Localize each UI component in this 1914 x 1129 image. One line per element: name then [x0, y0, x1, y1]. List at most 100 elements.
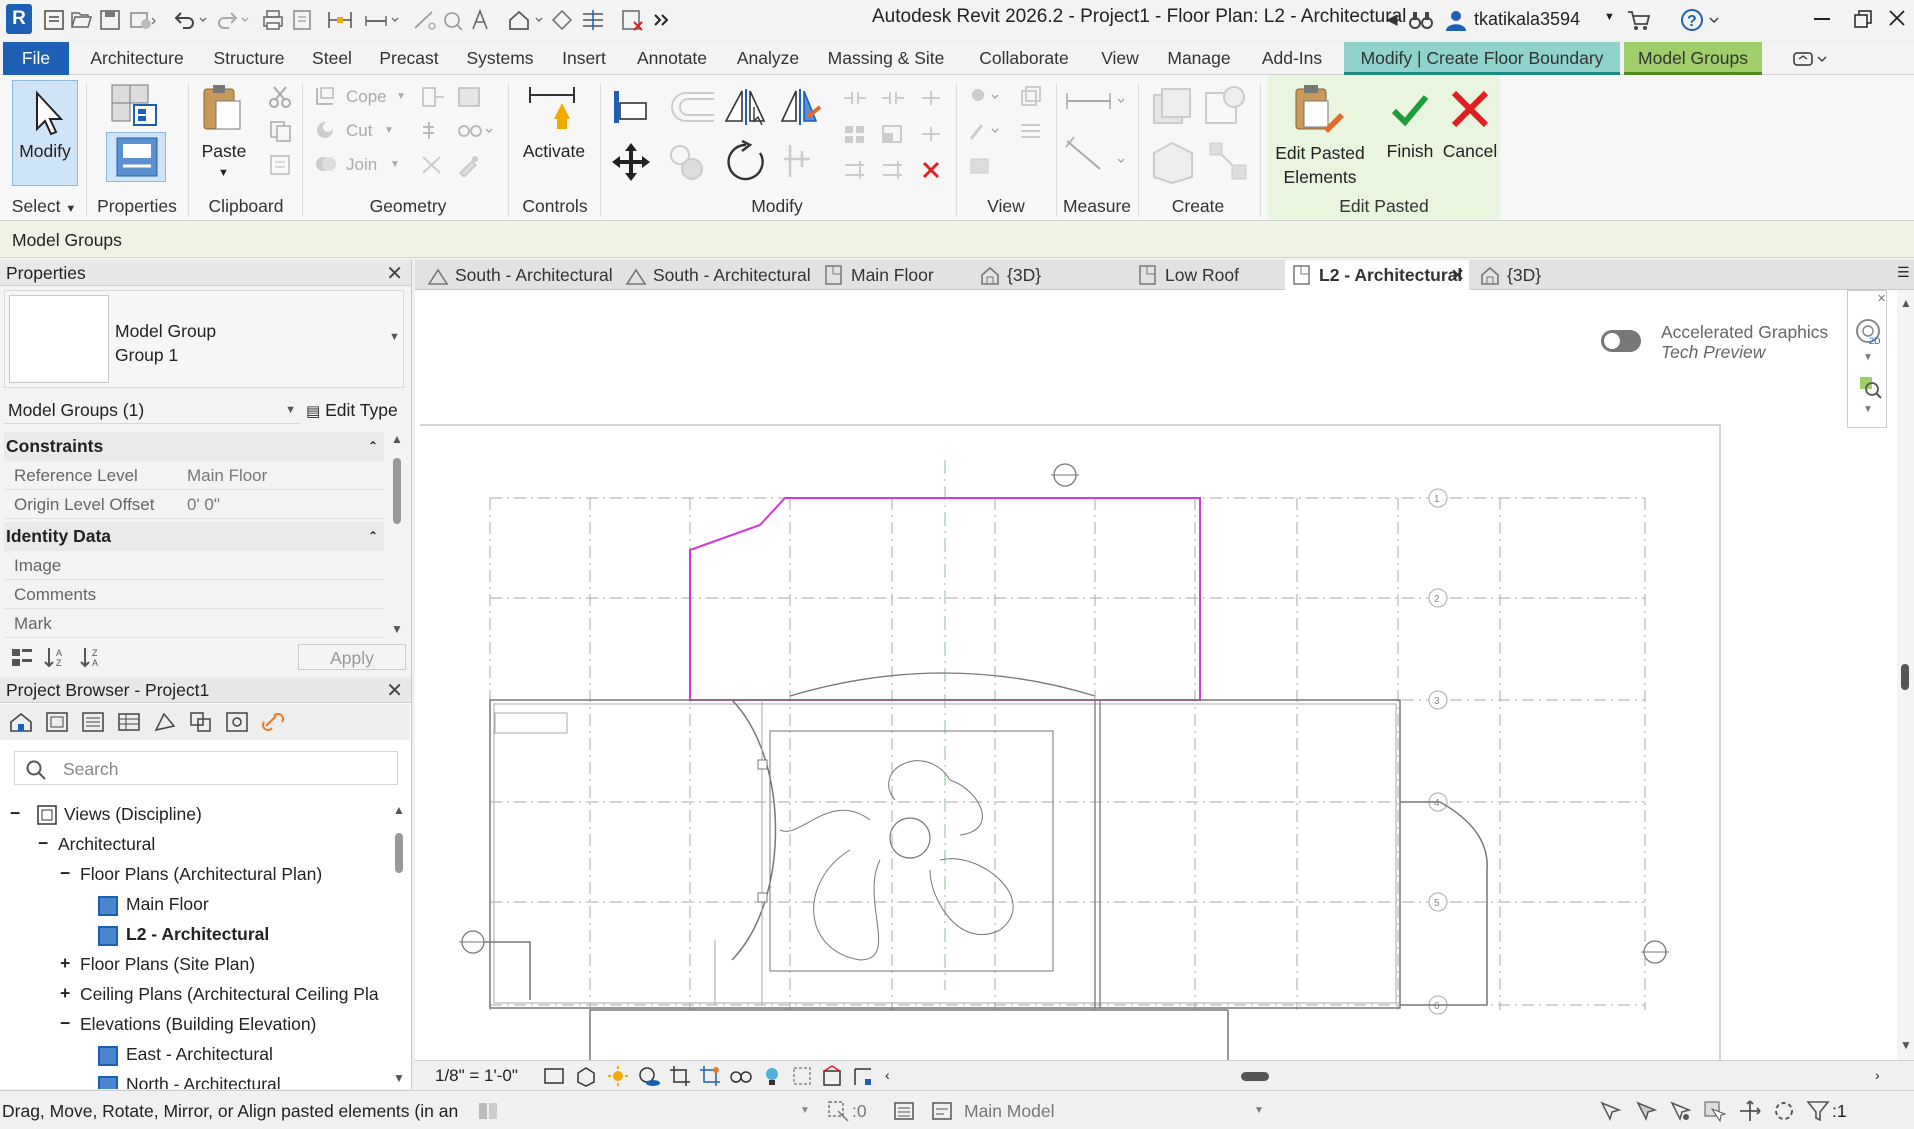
identity-data-category[interactable]: Identity Data ⌃: [4, 522, 384, 551]
expand-icon[interactable]: +: [60, 983, 70, 1004]
scroll-thumb[interactable]: [395, 833, 403, 873]
collapse-icon[interactable]: −: [60, 863, 70, 884]
temp-hide-icon[interactable]: [729, 1065, 753, 1087]
thin-lines-icon[interactable]: [580, 8, 604, 32]
scale-icon[interactable]: [880, 123, 906, 145]
remove-paint-icon[interactable]: [420, 153, 446, 177]
align-icon[interactable]: [610, 89, 650, 125]
sort-ascending-icon[interactable]: AZ: [44, 646, 68, 668]
scroll-down-icon[interactable]: ▼: [393, 1071, 405, 1085]
property-row[interactable]: Mark: [4, 609, 384, 638]
select-by-face-icon[interactable]: [1702, 1099, 1726, 1123]
offset-icon[interactable]: [664, 89, 718, 125]
cope-label[interactable]: Cope: [346, 87, 387, 107]
collapse-chevron-icon[interactable]: ⌃: [368, 522, 378, 551]
move-icon[interactable]: [610, 141, 652, 183]
select-links-icon[interactable]: [1598, 1099, 1622, 1123]
activate-icon[interactable]: [524, 83, 580, 133]
view-filter-icon[interactable]: [1018, 119, 1044, 143]
visual-style-icon[interactable]: [575, 1065, 597, 1087]
revit-logo[interactable]: R: [6, 4, 32, 34]
cope-dropdown-icon[interactable]: ▼: [396, 91, 406, 102]
collapse-icon[interactable]: −: [10, 803, 20, 824]
home-menu-icon[interactable]: [42, 8, 66, 32]
type-selector-chevron-icon[interactable]: ▼: [389, 331, 400, 343]
activate-label[interactable]: Activate: [516, 141, 592, 162]
close-browser-icon[interactable]: ✕: [386, 678, 403, 704]
title-scroll-left-icon[interactable]: ◀: [1386, 10, 1398, 28]
cut-geometry-icon[interactable]: [314, 119, 336, 141]
view-tab[interactable]: Low Roof: [1131, 260, 1277, 290]
reveal-hidden-icon[interactable]: [761, 1065, 783, 1087]
collapse-icon[interactable]: −: [38, 833, 48, 854]
edit-pasted-elements-label[interactable]: Edit Pasted Elements: [1270, 141, 1370, 189]
browser-tree-item[interactable]: − Architectural: [0, 833, 386, 861]
join-icon[interactable]: [314, 153, 336, 175]
dimension-icon[interactable]: [364, 8, 399, 32]
close-properties-icon[interactable]: ✕: [386, 261, 403, 287]
view-tab[interactable]: Main Floor: [817, 260, 967, 290]
text-icon[interactable]: [468, 8, 492, 32]
accelerated-graphics-toggle[interactable]: [1601, 330, 1641, 352]
paste-dropdown-icon[interactable]: ▼: [218, 167, 229, 179]
cancel-icon[interactable]: [1450, 89, 1490, 129]
paste-icon[interactable]: [200, 83, 244, 133]
sync-icon[interactable]: [128, 8, 156, 32]
view-tabs-menu-icon[interactable]: ☰: [1897, 264, 1910, 281]
sun-path-icon[interactable]: [607, 1065, 629, 1087]
finish-icon[interactable]: [1390, 89, 1430, 129]
join-dropdown-icon[interactable]: ▼: [390, 159, 400, 170]
measure-qat-icon[interactable]: [326, 8, 352, 32]
background-process-icon[interactable]: [1772, 1099, 1796, 1123]
print-icon[interactable]: [260, 8, 284, 32]
scroll-thumb[interactable]: [393, 458, 401, 524]
delete-icon[interactable]: [920, 159, 942, 181]
close-hidden-icon[interactable]: [620, 8, 644, 32]
constraints-category[interactable]: Constraints ⌃: [4, 432, 384, 461]
zoom-dropdown-icon[interactable]: ▼: [1863, 404, 1873, 415]
trim-multiple-icon[interactable]: [842, 159, 868, 181]
scroll-up-icon[interactable]: ▲: [393, 803, 405, 817]
cut-dropdown-icon[interactable]: ▼: [384, 125, 394, 136]
help-icon[interactable]: ?: [1680, 8, 1724, 32]
properties-scrollbar[interactable]: ▲ ▼: [388, 432, 406, 640]
browser-tree-item[interactable]: Main Floor: [0, 893, 386, 921]
zoom-icon[interactable]: [1857, 374, 1883, 400]
open-icon[interactable]: [70, 8, 94, 32]
browser-tree-item[interactable]: − Elevations (Building Elevation): [0, 1013, 386, 1041]
type-properties-icon[interactable]: [108, 83, 164, 127]
browser-families-icon[interactable]: [152, 710, 178, 734]
active-model-dropdown[interactable]: Main Model ▼: [964, 1099, 1264, 1123]
status-dropdown-icon[interactable]: ▼: [800, 1105, 810, 1116]
trim-extend-icon[interactable]: [780, 137, 820, 185]
sort-descending-icon[interactable]: ZA: [80, 646, 104, 668]
more-icon[interactable]: [652, 8, 676, 32]
property-row[interactable]: Reference Level Main Floor: [4, 461, 384, 490]
scroll-thumb[interactable]: [1901, 664, 1909, 690]
section-icon[interactable]: [550, 8, 574, 32]
close-tab-icon[interactable]: ✕: [1450, 260, 1465, 290]
split-element-icon[interactable]: [842, 87, 868, 109]
select-underlay-icon[interactable]: [1634, 1099, 1658, 1123]
worksharing-icon[interactable]: [821, 1065, 843, 1087]
collapse-icon[interactable]: −: [60, 1013, 70, 1034]
pin-icon[interactable]: [918, 87, 944, 109]
save-icon[interactable]: [98, 8, 122, 32]
show-crop-icon[interactable]: [699, 1065, 721, 1087]
create-assembly-icon[interactable]: [1150, 87, 1194, 127]
unpin-icon[interactable]: [918, 123, 944, 145]
tab-systems[interactable]: Systems: [458, 42, 542, 75]
browser-tree-item[interactable]: East - Architectural: [0, 1043, 386, 1071]
shadows-icon[interactable]: [637, 1065, 661, 1087]
paint-icon[interactable]: [420, 119, 446, 143]
rotate-icon[interactable]: [722, 139, 768, 185]
navbar-dropdown-icon[interactable]: ▼: [1863, 352, 1873, 363]
edit-type-button[interactable]: ▤ Edit Type: [306, 396, 406, 424]
browser-tree-item[interactable]: − Views (Discipline): [0, 803, 386, 831]
browser-tree-item[interactable]: L2 - Architectural: [0, 923, 386, 951]
browser-groups-icon[interactable]: [188, 710, 214, 734]
tab-analyze[interactable]: Analyze: [724, 42, 812, 75]
match-type-icon[interactable]: [268, 153, 294, 177]
scroll-up-icon[interactable]: ▲: [1900, 296, 1912, 310]
browser-scrollbar[interactable]: ▲ ▼: [390, 803, 408, 1093]
